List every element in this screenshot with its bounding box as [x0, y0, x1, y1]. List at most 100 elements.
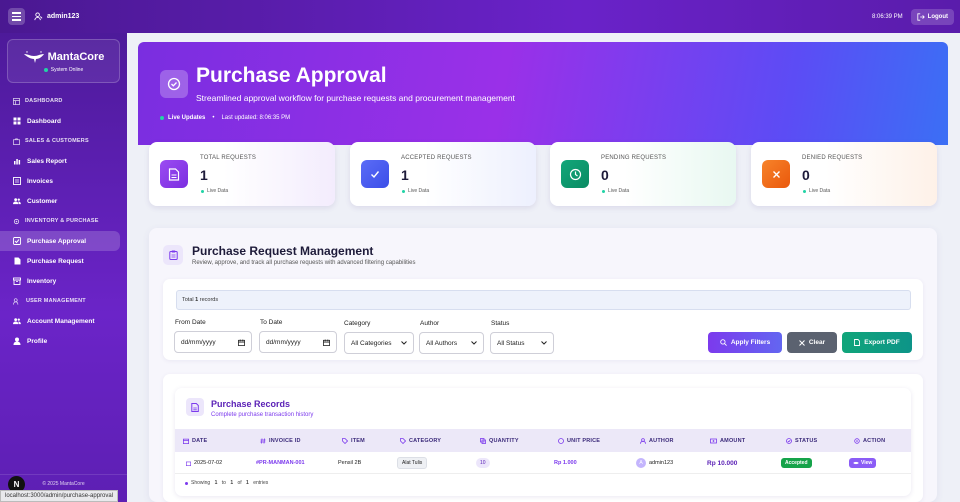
cell-category: Alat Tulis — [397, 452, 428, 474]
last-updated-text: Last updated: 8:06:35 PM — [221, 115, 291, 121]
sidebar-item-purchase-request[interactable]: Purchase Request — [0, 251, 120, 271]
pdf-file-icon — [854, 339, 861, 346]
gear-icon — [854, 437, 860, 444]
column-category[interactable]: CATEGORY — [400, 429, 441, 452]
close-icon — [799, 339, 805, 346]
sidebar-item-label: Customer — [27, 197, 58, 205]
apply-filters-button[interactable]: Apply Filters — [708, 332, 782, 353]
brand-box[interactable]: MantaCore System Online — [7, 39, 120, 83]
stat-cards: TOTAL REQUESTS 1 Live Data ACCEPTED REQU… — [149, 142, 937, 206]
brand-name: MantaCore — [47, 50, 105, 63]
stat-label: TOTAL REQUESTS — [200, 155, 257, 161]
clock-check-icon — [160, 70, 188, 98]
sidebar-item-label: Purchase Approval — [27, 237, 87, 245]
table-row[interactable]: 2025-07-02 #PR-MANMAN-001 Pensil 2B Alat… — [175, 452, 911, 474]
current-time: 8:06:39 PM — [871, 13, 903, 20]
sidebar-item-dashboard[interactable]: Dashboard — [0, 111, 120, 131]
sidebar-nav: DASHBOARD Dashboard SALES & CUSTOMERS Sa… — [0, 91, 127, 351]
table-header: DATE INVOICE ID ITEM CATEGORY QUANTITY U… — [175, 429, 911, 452]
column-author[interactable]: AUTHOR — [640, 429, 674, 452]
column-date[interactable]: DATE — [183, 429, 207, 452]
view-button[interactable]: View — [849, 458, 877, 468]
column-item[interactable]: ITEM — [342, 429, 365, 452]
sidebar-item-sales-report[interactable]: Sales Report — [0, 151, 120, 171]
section-title: USER MANAGEMENT — [26, 298, 86, 304]
stat-sub-text: Live Data — [608, 188, 630, 194]
check-icon — [361, 160, 389, 188]
stat-value: 0 — [601, 167, 609, 183]
stat-sub: Live Data — [803, 188, 830, 194]
layers-icon — [480, 437, 486, 444]
grid-icon — [13, 97, 20, 105]
document-icon — [186, 398, 204, 416]
footer-mid2: of — [236, 480, 244, 486]
sidebar-item-inventory[interactable]: Inventory — [0, 271, 120, 291]
sidebar-item-purchase-approval[interactable]: Purchase Approval — [0, 231, 120, 251]
column-status[interactable]: STATUS — [786, 429, 817, 452]
calendar-icon — [238, 338, 245, 346]
author-select[interactable]: All Authors — [419, 332, 484, 354]
system-status: System Online — [43, 67, 83, 73]
logout-button[interactable]: Logout — [910, 8, 954, 25]
briefcase-icon — [13, 138, 20, 145]
sidebar-item-customer[interactable]: Customer — [0, 191, 120, 211]
column-unit-price[interactable]: UNIT PRICE — [558, 429, 600, 452]
browser-status-url: localhost:3000/admin/purchase-approval — [0, 490, 119, 502]
column-amount[interactable]: AMOUNT — [710, 429, 745, 452]
page-subtitle: Streamlined approval workflow for purcha… — [196, 93, 515, 103]
money-icon — [710, 438, 717, 443]
column-label: STATUS — [795, 437, 818, 444]
stat-card-accepted: ACCEPTED REQUESTS 1 Live Data — [350, 142, 536, 206]
category-badge: Alat Tulis — [397, 457, 428, 469]
clear-button[interactable]: Clear — [787, 332, 837, 353]
section-user-management: USER MANAGEMENT — [0, 291, 127, 311]
menu-toggle-button[interactable] — [8, 8, 25, 25]
sidebar-item-label: Inventory — [27, 277, 57, 285]
sidebar-item-account-management[interactable]: Account Management — [0, 311, 120, 331]
status-select[interactable]: All Status — [490, 332, 554, 354]
column-label: AMOUNT — [720, 437, 746, 444]
category-label: Category — [344, 320, 371, 327]
sidebar-item-label: Dashboard — [27, 117, 61, 125]
author-name: admin123 — [649, 460, 674, 466]
stat-value: 1 — [401, 167, 409, 183]
live-updates-text: Live Updates — [168, 115, 206, 121]
status-badge: Accepted — [781, 458, 812, 468]
column-invoice-id[interactable]: INVOICE ID — [260, 429, 301, 452]
stat-value: 1 — [200, 167, 208, 183]
calendar-icon — [186, 461, 191, 466]
gear-icon — [13, 218, 20, 224]
cell-quantity: 10 — [476, 452, 490, 474]
stat-sub: Live Data — [201, 188, 228, 194]
sidebar-item-label: Invoices — [27, 177, 54, 185]
panel-title: Purchase Request Management — [192, 244, 374, 258]
stat-sub-text: Live Data — [408, 188, 430, 194]
export-pdf-button[interactable]: Export PDF — [842, 332, 912, 353]
purchase-management-panel: Purchase Request Management Review, appr… — [149, 228, 937, 502]
stat-sub: Live Data — [602, 188, 629, 194]
sidebar-item-profile[interactable]: Profile — [0, 331, 120, 351]
export-pdf-label: Export PDF — [864, 339, 900, 346]
records-title: Purchase Records — [211, 399, 291, 409]
footer-mid1: to — [220, 480, 228, 486]
chevron-down-icon — [541, 341, 547, 345]
document-icon — [160, 160, 188, 188]
sidebar-item-invoices[interactable]: Invoices — [0, 171, 120, 191]
to-date-input[interactable]: dd/mm/yyyy — [259, 331, 337, 353]
purchase-records-card: Purchase Records Complete purchase trans… — [175, 388, 911, 496]
from-date-input[interactable]: dd/mm/yyyy — [174, 331, 252, 353]
column-action[interactable]: ACTION — [854, 429, 885, 452]
stat-label: DENIED REQUESTS — [802, 155, 863, 161]
stat-card-total: TOTAL REQUESTS 1 Live Data — [149, 142, 335, 206]
status-dot — [43, 67, 48, 72]
column-quantity[interactable]: QUANTITY — [480, 429, 519, 452]
total-suffix: records — [198, 297, 219, 303]
eye-icon — [853, 461, 859, 465]
section-inventory: INVENTORY & PURCHASE — [0, 211, 127, 231]
category-select[interactable]: All Categories — [344, 332, 414, 354]
user-gear-icon — [13, 297, 19, 305]
chevron-down-icon — [401, 341, 407, 345]
manta-logo-icon — [23, 50, 44, 63]
total-prefix: Total — [182, 297, 196, 303]
cell-invoice-id[interactable]: #PR-MANMAN-001 — [256, 452, 305, 474]
